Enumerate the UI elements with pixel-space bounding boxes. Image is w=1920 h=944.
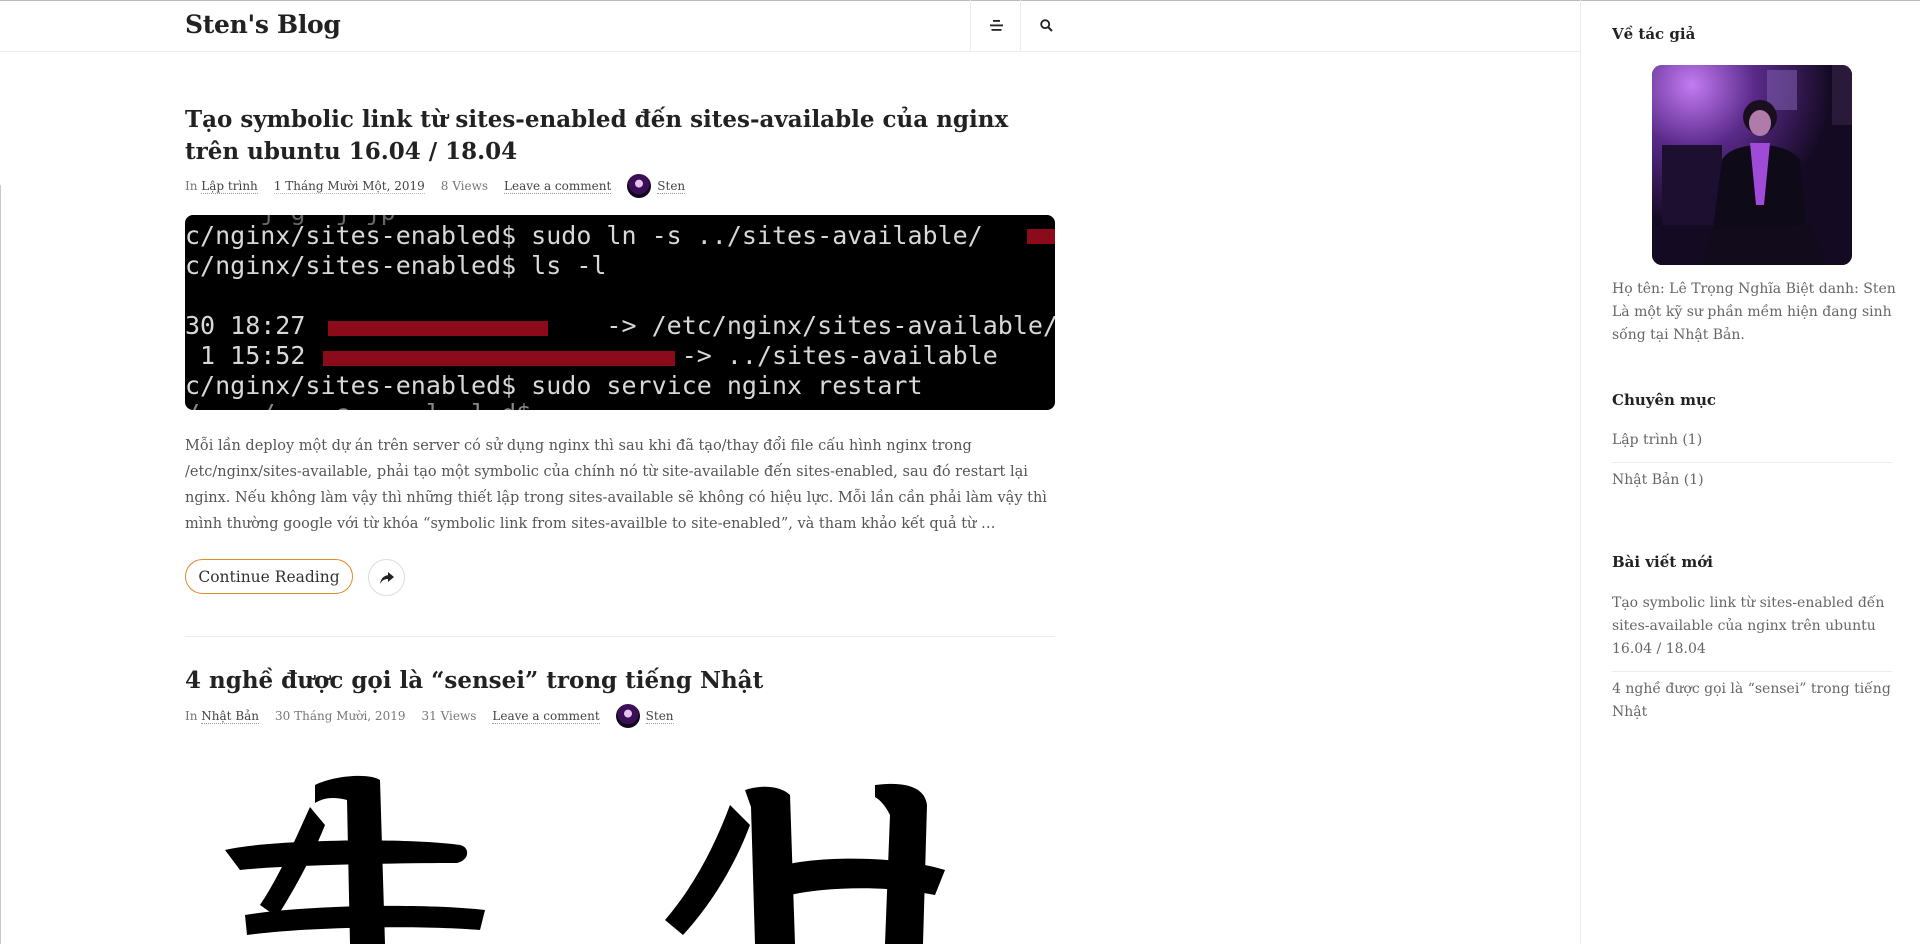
recent-post-link[interactable]: Tạo symbolic link từ sites-enabled đến s… xyxy=(1612,592,1892,661)
post-title[interactable]: Tạo symbolic link từ sites-enabled đến s… xyxy=(185,104,1045,168)
widget-title-categories: Chuyên mục xyxy=(1612,391,1717,409)
redaction-bar xyxy=(323,351,675,366)
terminal-partial-line: / / s- l l d$ xyxy=(185,399,531,410)
terminal-line: c/nginx/sites-enabled$ sudo service ngin… xyxy=(185,371,923,400)
post-featured-image[interactable]: j g j jp c/nginx/sites-enabled$ sudo ln … xyxy=(185,215,1055,410)
continue-reading-button[interactable]: Continue Reading xyxy=(185,559,353,594)
terminal-line: 30 18:27 -> /etc/nginx/sites-available/ xyxy=(185,311,1055,340)
site-logo[interactable]: Sten's Blog xyxy=(185,10,341,39)
author-link[interactable]: Sten xyxy=(657,179,686,194)
author-photo-image xyxy=(1652,65,1852,265)
widget-title-about: Về tác giả xyxy=(1612,25,1696,43)
search-button[interactable] xyxy=(1020,0,1071,51)
author-bio: Họ tên: Lê Trọng Nghĩa Biệt danh: Sten L… xyxy=(1612,281,1896,343)
author-avatar[interactable] xyxy=(615,704,640,728)
comment-link[interactable]: Leave a comment xyxy=(504,179,612,194)
author-avatar[interactable] xyxy=(627,174,652,198)
recent-separator xyxy=(1612,671,1892,672)
post-views: 8 Views xyxy=(440,179,489,193)
comment-link[interactable]: Leave a comment xyxy=(492,709,600,724)
post-meta: In Nhật Bản 30 Tháng Mười, 2019 31 Views… xyxy=(185,704,674,728)
post-date[interactable]: 1 Tháng Mười Một, 2019 xyxy=(273,179,425,194)
terminal-line: c/nginx/sites-enabled$ ls -l xyxy=(185,251,607,280)
kanji-calligraphy-image xyxy=(225,775,945,944)
post-divider xyxy=(185,636,1055,637)
main-content: Sten's Blog Tạo symbolic link từ sites-e… xyxy=(0,0,1580,944)
category-separator xyxy=(1612,462,1892,463)
redaction-bar xyxy=(1027,229,1055,244)
share-button[interactable] xyxy=(368,559,405,596)
post-featured-image[interactable] xyxy=(185,745,1055,944)
widget-title-recent: Bài viết mới xyxy=(1612,553,1714,571)
recent-post-link[interactable]: 4 nghề được gọi là “sensei” trong tiếng … xyxy=(1612,678,1892,724)
category-link[interactable]: Nhật Bản xyxy=(201,709,260,724)
author-photo xyxy=(1652,65,1852,265)
redaction-bar xyxy=(328,321,548,336)
meta-in-label: In xyxy=(185,709,198,723)
category-link[interactable]: Lập trình xyxy=(201,179,258,194)
share-icon xyxy=(379,571,394,584)
site-header: Sten's Blog xyxy=(0,0,1580,52)
post-meta: In Lập trình 1 Tháng Mười Một, 2019 8 Vi… xyxy=(185,174,686,198)
meta-in-label: In xyxy=(185,179,198,193)
post-views: 31 Views xyxy=(421,709,477,723)
category-item[interactable]: Lập trình (1) xyxy=(1612,432,1892,448)
sidebar: Về tác giả Họ tên: Lê Trọng Nghĩa Biệt d… xyxy=(1580,0,1920,944)
terminal-line: c/nginx/sites-enabled$ sudo ln -s ../sit… xyxy=(185,221,983,250)
post-excerpt: Mỗi lần deploy một dự án trên server có … xyxy=(185,438,1047,532)
post-title[interactable]: 4 nghề được gọi là “sensei” trong tiếng … xyxy=(185,665,1045,697)
post-date[interactable]: 30 Tháng Mười, 2019 xyxy=(275,709,405,723)
category-item[interactable]: Nhật Bản (1) xyxy=(1612,472,1892,488)
menu-button[interactable] xyxy=(970,0,1021,51)
menu-icon xyxy=(989,20,1003,31)
author-link[interactable]: Sten xyxy=(645,709,674,724)
search-icon xyxy=(1039,19,1053,32)
